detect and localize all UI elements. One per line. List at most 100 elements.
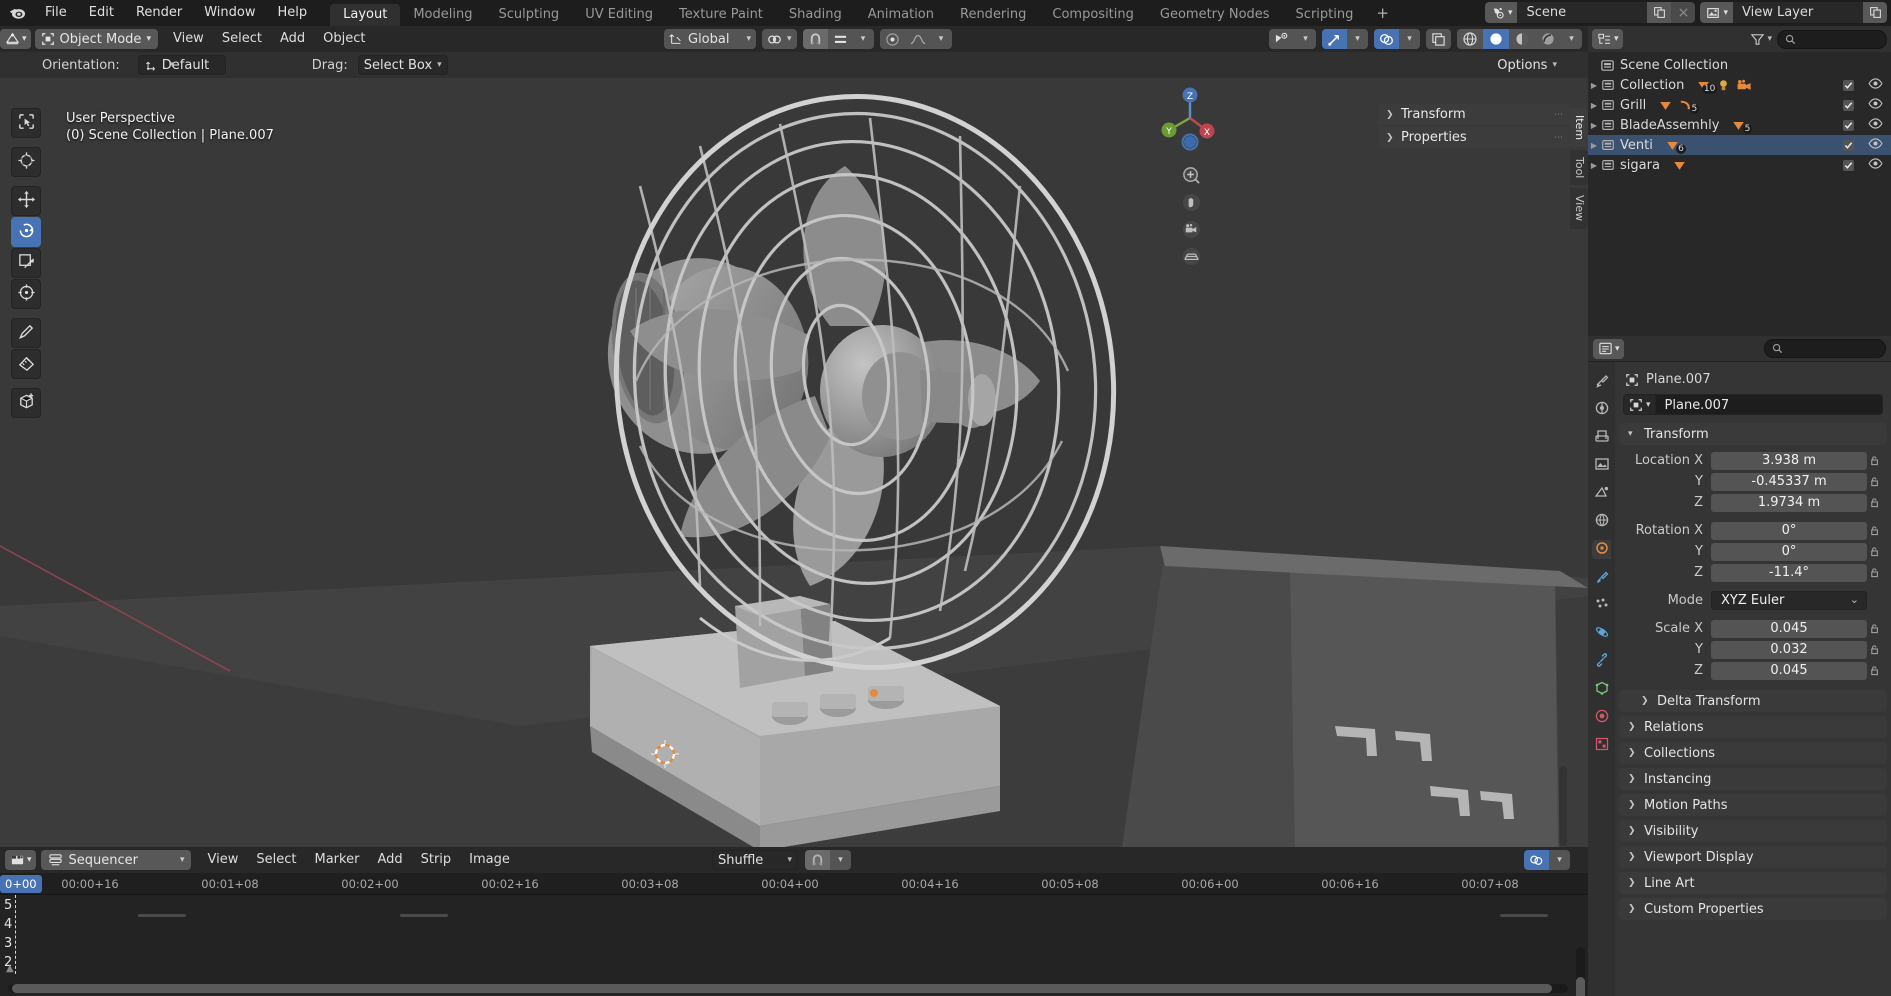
hide-in-viewport-icon[interactable] [1868,97,1883,113]
disclosure-triangle-icon[interactable]: ▶ [1588,160,1600,171]
workspace-tab-scripting[interactable]: Scripting [1283,4,1367,26]
chevron-down-icon[interactable]: ▾ [852,29,874,49]
viewport-menu-object[interactable]: Object [314,26,374,52]
outliner-row-collection[interactable]: ▶ Collection 10 [1588,75,1891,95]
exclude-checkbox[interactable] [1843,99,1854,111]
unlocked-icon[interactable] [1867,643,1883,656]
perspective-toggle-icon[interactable] [1180,245,1202,267]
panel-header-motion-paths[interactable]: ❯ Motion Paths [1619,794,1887,816]
pan-hand-icon[interactable] [1180,191,1202,213]
editor-type-sequencer-icon[interactable]: ▾ [5,850,36,870]
workspace-tab-layout[interactable]: Layout [330,4,401,26]
exclude-checkbox[interactable] [1843,119,1854,131]
proportional-edit-icon[interactable] [879,29,905,49]
properties-tab-particles[interactable] [1592,596,1611,615]
property-value-field[interactable]: 0.032 [1711,640,1867,659]
sequencer-scrollbar-vertical[interactable] [1576,947,1585,996]
xray-toggle[interactable] [1426,29,1451,49]
object-types-visibility-icon[interactable] [1269,29,1295,49]
properties-tab-world[interactable] [1592,512,1611,531]
sequencer-timeline-ruler[interactable]: 00:00+16 00:01+08 00:02+00 00:02+16 00:03+08… [0,873,1588,895]
top-menu-render[interactable]: Render [125,0,193,26]
chevron-down-icon[interactable]: ▾ [830,850,851,870]
workspace-tab-compositing[interactable]: Compositing [1039,4,1147,26]
scene-icon[interactable]: ▾ [1484,2,1518,23]
tool-rotate-icon[interactable] [11,217,41,247]
view-layer-name-field[interactable]: View Layer [1733,2,1863,23]
mesh-data-icon[interactable] [1658,98,1673,113]
viewport-menu-view[interactable]: View [164,26,213,52]
property-value-field[interactable]: -0.45337 m [1711,472,1867,491]
properties-tab-render[interactable] [1592,400,1611,419]
sequencer-strip-canvas[interactable]: 5432 ▲ [0,895,1588,996]
object-types-visibility-controls[interactable]: ▾ [1269,29,1316,49]
magnet-icon[interactable] [802,29,828,49]
camera-view-icon[interactable] [1180,218,1202,240]
side-panel-section-properties[interactable]: ❯ Properties ⋯ [1378,127,1570,148]
properties-tab-view-layer[interactable] [1592,456,1611,475]
sequencer-menu-view[interactable]: View [199,847,248,873]
chevron-down-icon[interactable]: ▾ [1549,850,1570,870]
scene-name-field[interactable]: Scene [1517,2,1648,23]
playhead-frame-label[interactable]: 0+00 [0,875,42,893]
properties-tab-constraints[interactable] [1592,652,1611,671]
outliner-row-scene-collection[interactable]: Scene Collection [1588,55,1891,75]
panel-header-viewport-display[interactable]: ❯ Viewport Display [1619,846,1887,868]
sequencer-menu-marker[interactable]: Marker [306,847,369,873]
sequencer-menu-select[interactable]: Select [247,847,305,873]
proportional-edit-controls[interactable]: ▾ [879,29,952,49]
panel-header-instancing[interactable]: ❯ Instancing [1619,768,1887,790]
property-value-field[interactable]: 0.045 [1711,619,1867,638]
unlocked-icon[interactable] [1867,545,1883,558]
gizmo-icon[interactable] [1322,29,1347,49]
panel-header-custom-properties[interactable]: ❯ Custom Properties [1619,898,1887,920]
snap-increment-icon[interactable] [827,29,853,49]
chevron-down-icon[interactable]: ▾ [1347,29,1368,49]
editor-type-properties-icon[interactable]: ▾ [1593,338,1624,359]
solid-icon[interactable] [1483,29,1509,49]
xray-toggle-icon[interactable] [1426,29,1451,49]
duplicate-icon[interactable] [1863,2,1887,23]
x-icon[interactable] [1671,2,1696,23]
top-menu-window[interactable]: Window [193,0,266,26]
property-value-field[interactable]: 0° [1711,542,1867,561]
properties-tab-tool[interactable] [1592,372,1611,391]
sequencer-menu-strip[interactable]: Strip [412,847,461,873]
viewport-menu-add[interactable]: Add [271,26,314,52]
timeline-marker[interactable] [400,914,448,917]
property-value-field[interactable]: XYZ Euler [1711,591,1867,610]
mesh-data-icon[interactable]: 6 [1665,138,1686,154]
sequencer-menu-image[interactable]: Image [460,847,519,873]
properties-tab-output[interactable] [1592,428,1611,447]
pivot-point-selector[interactable]: ▾ [762,29,797,49]
top-menu-edit[interactable]: Edit [78,0,125,26]
viewport-options-button[interactable]: Options ▾ [1492,55,1562,75]
object-mode-selector[interactable]: Object Mode ▾ [34,29,158,49]
unlocked-icon[interactable] [1867,664,1883,677]
workspace-tab-geometry-nodes[interactable]: Geometry Nodes [1147,4,1283,26]
view-layer-icon[interactable]: ▾ [1700,2,1733,23]
mesh-data-icon[interactable] [1672,158,1687,173]
properties-editor[interactable]: ▾ Plane.007 ▾ Plane.007 ▾ Transform Loca… [1588,336,1891,996]
property-value-field[interactable]: 0.045 [1711,661,1867,680]
sequencer-preview-controls[interactable]: ▾ [1524,850,1570,870]
exclude-checkbox[interactable] [1843,139,1854,151]
workspace-tab-texture-paint[interactable]: Texture Paint [666,4,776,26]
chevron-down-icon[interactable]: ▾ [1561,29,1582,49]
gizmo-controls[interactable]: ▾ [1322,29,1368,49]
disclosure-triangle-icon[interactable]: ▶ [1588,140,1600,151]
properties-tab-object[interactable] [1592,540,1611,559]
workspace-tab-uv-editing[interactable]: UV Editing [572,4,666,26]
playhead-line[interactable] [15,895,16,974]
side-panel-section-transform[interactable]: ❯ Transform ⋯ [1378,104,1570,125]
overlap-mode-dropdown[interactable]: Shuffle ▾ [712,850,798,870]
duplicate-icon[interactable] [1647,2,1672,23]
mesh-data-icon[interactable]: 10 [1696,78,1718,94]
hide-in-viewport-icon[interactable] [1868,137,1883,153]
panel-header-visibility[interactable]: ❯ Visibility [1619,820,1887,842]
properties-tab-modifier[interactable] [1592,568,1611,587]
outliner-editor[interactable]: ▾ ▾ Scene Collection ▶ Collection 10 ▶ Grill… [1588,26,1891,336]
object-icon-button[interactable]: ▾ [1623,394,1655,415]
tool-scale-icon[interactable] [11,248,41,278]
properties-tab-object-data[interactable] [1592,680,1611,699]
